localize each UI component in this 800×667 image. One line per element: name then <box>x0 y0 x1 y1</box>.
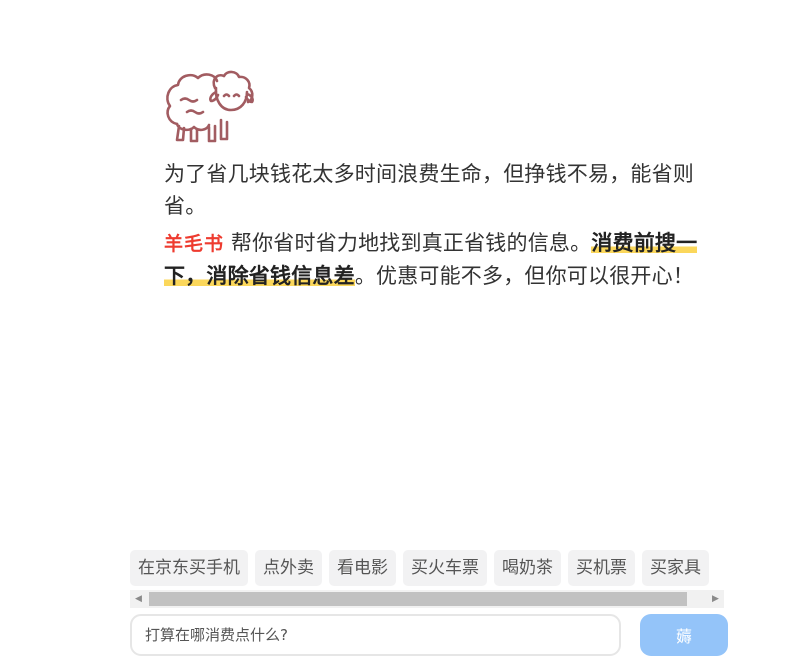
suggestion-chip[interactable]: 点外卖 <box>255 550 322 586</box>
intro-text: 为了省几块钱花太多时间浪费生命，但挣钱不易，能省则省。 羊毛书 帮你省时省力地找… <box>164 158 704 292</box>
scroll-right-icon[interactable]: ▶ <box>707 590 724 608</box>
search-input[interactable] <box>130 614 621 656</box>
sheep-icon <box>166 70 254 143</box>
intro-description: 帮你省时省力地找到真正省钱的信息。 <box>230 231 592 255</box>
intro-closing: 。优惠可能不多，但你可以很开心！ <box>354 264 695 288</box>
suggestion-chip[interactable]: 买火车票 <box>403 550 487 586</box>
suggestion-chip[interactable]: 喝奶茶 <box>494 550 561 586</box>
scrollbar-thumb[interactable] <box>149 592 687 606</box>
intro-paragraph-1: 为了省几块钱花太多时间浪费生命，但挣钱不易，能省则省。 <box>164 162 694 218</box>
suggestion-chip[interactable]: 在京东买手机 <box>130 550 248 586</box>
submit-button[interactable]: 薅 <box>640 614 728 656</box>
brand-name: 羊毛书 <box>164 233 225 255</box>
suggestion-chips: 在京东买手机 点外卖 看电影 买火车票 喝奶茶 买机票 买家具 <box>130 550 724 586</box>
suggestion-chip[interactable]: 买家具 <box>642 550 709 586</box>
intro-paragraph-2: 羊毛书 帮你省时省力地找到真正省钱的信息。消费前搜一下，消除省钱信息差。优惠可能… <box>164 227 704 292</box>
horizontal-scrollbar[interactable]: ◀ ▶ <box>130 590 724 608</box>
suggestion-chip[interactable]: 看电影 <box>329 550 396 586</box>
scroll-left-icon[interactable]: ◀ <box>130 590 147 608</box>
suggestion-chip[interactable]: 买机票 <box>568 550 635 586</box>
